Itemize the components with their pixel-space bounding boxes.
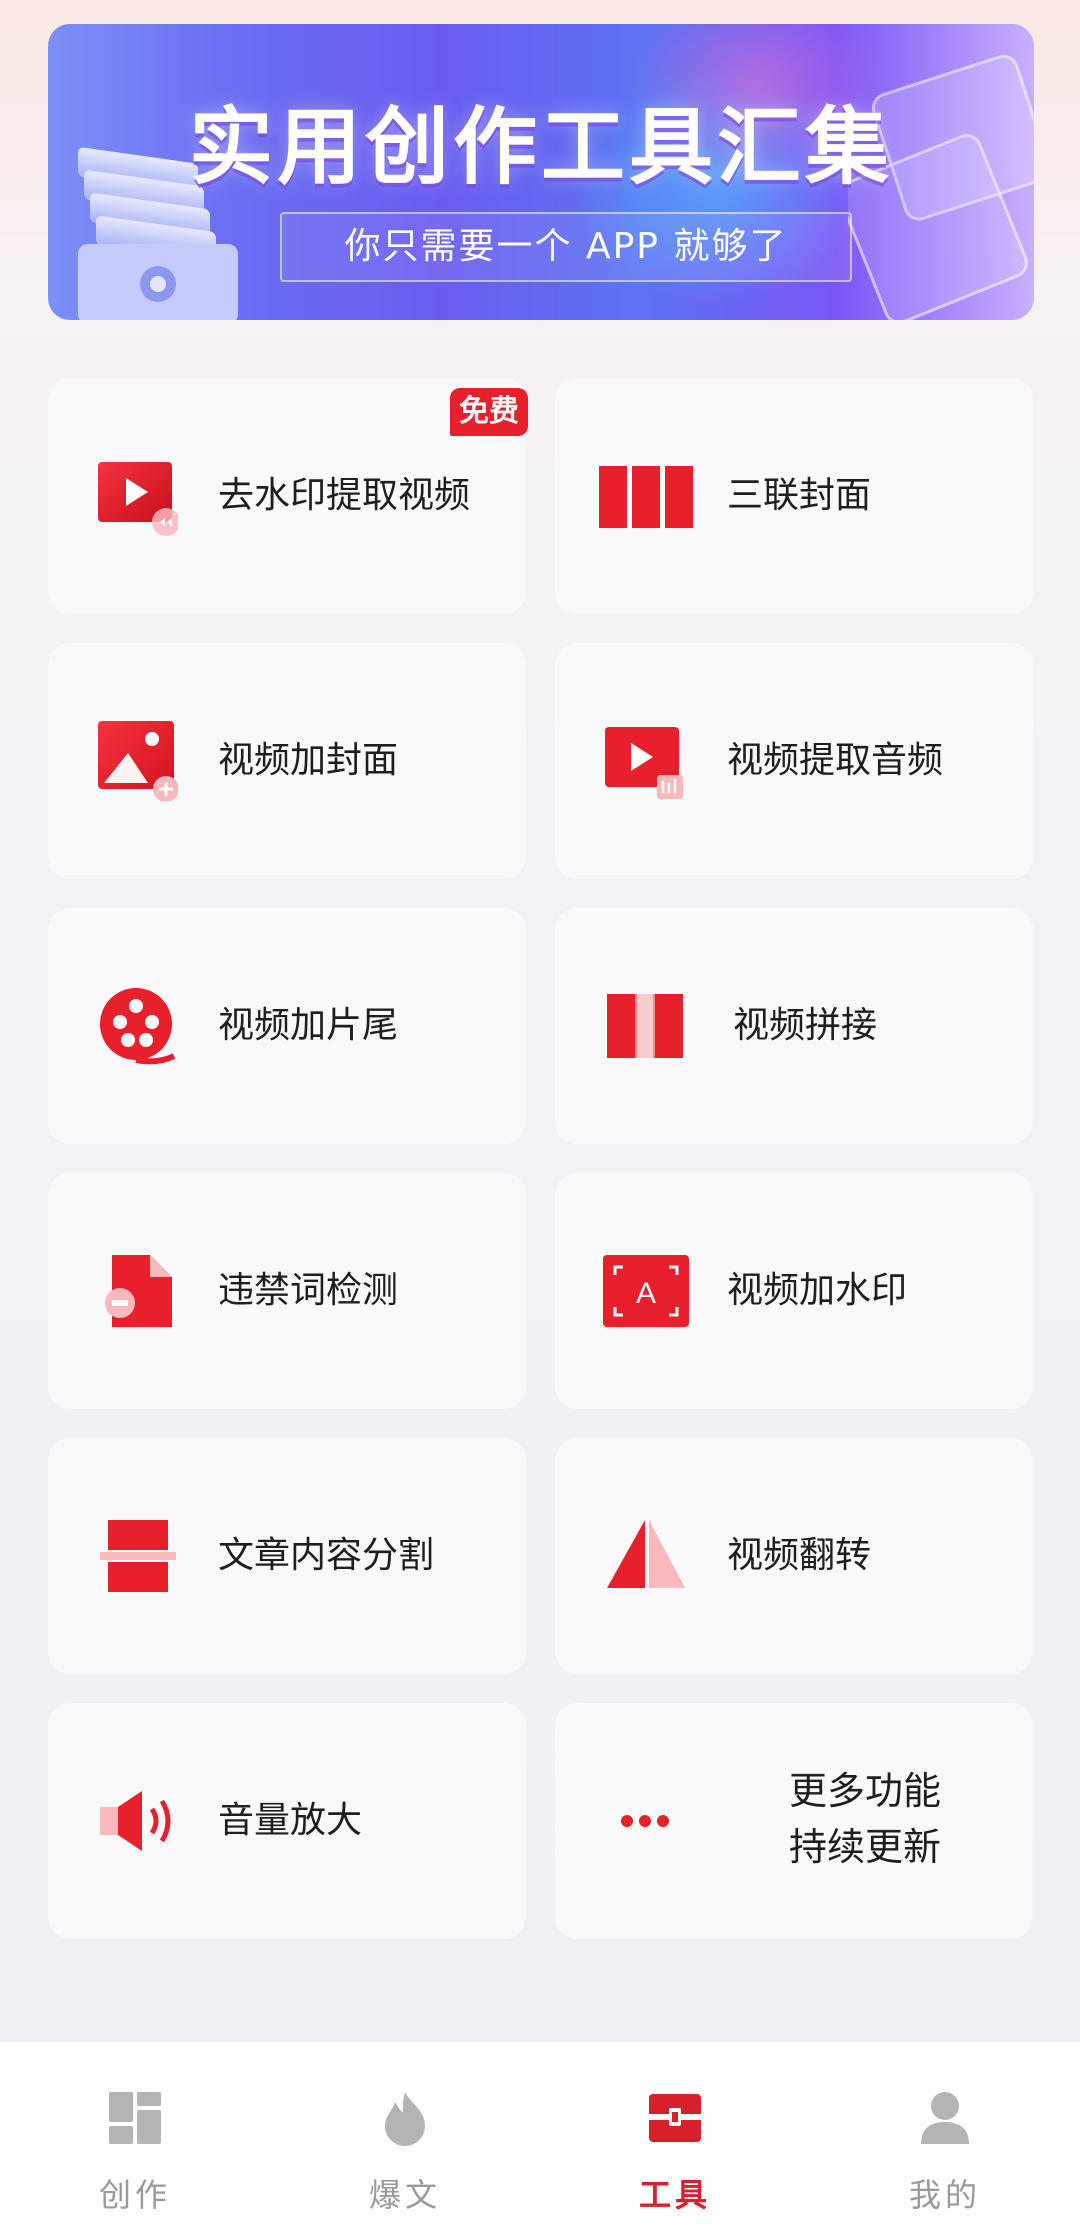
nav-label: 我的	[908, 2176, 981, 2214]
tool-volume-boost[interactable]: 音量放大	[48, 1703, 526, 1939]
tool-remove-watermark[interactable]: 去水印提取视频 免费	[48, 378, 528, 614]
free-badge: 免费	[450, 388, 528, 436]
tool-label: 三联封面	[727, 475, 872, 516]
watermark-a-icon: A	[603, 1255, 689, 1327]
image-add-icon	[98, 721, 178, 801]
tool-video-add-ending[interactable]: 视频加片尾	[48, 908, 526, 1144]
flame-icon	[385, 2092, 425, 2146]
triple-cover-icon	[599, 466, 693, 528]
tool-label: 音量放大	[218, 1800, 363, 1841]
toolbox-icon	[649, 2094, 701, 2142]
tool-label: 视频加片尾	[218, 1005, 399, 1046]
tool-video-flip[interactable]: 视频翻转	[555, 1438, 1033, 1674]
nav-item-mine[interactable]: 我的	[810, 2042, 1080, 2238]
splice-icon	[607, 994, 683, 1058]
video-audio-icon	[605, 727, 683, 799]
tool-label: 文章内容分割	[218, 1535, 435, 1576]
tool-label: 去水印提取视频	[218, 475, 471, 516]
tool-label: 视频翻转	[727, 1535, 872, 1576]
nav-label: 爆文	[368, 2176, 441, 2214]
more-line-1: 更多功能	[788, 1769, 941, 1813]
nav-item-create[interactable]: 创作	[0, 2042, 270, 2238]
film-reel-icon	[100, 988, 176, 1065]
video-play-icon	[98, 462, 178, 536]
nav-item-tools[interactable]: 工具	[540, 2042, 810, 2238]
grid-icon	[109, 2092, 161, 2144]
tool-more-features: 更多功能 持续更新	[555, 1703, 1033, 1939]
tool-label: 违禁词检测	[218, 1270, 399, 1311]
nav-label: 工具	[638, 2176, 711, 2214]
tool-article-split[interactable]: 文章内容分割	[48, 1438, 526, 1674]
tool-label: 视频加水印	[727, 1270, 908, 1311]
tool-video-add-watermark[interactable]: A 视频加水印	[555, 1173, 1033, 1409]
speaker-icon	[100, 1791, 171, 1851]
tool-banned-word-check[interactable]: 违禁词检测	[48, 1173, 526, 1409]
user-icon	[921, 2092, 969, 2144]
banner-subtitle: 你只需要一个 APP 就够了	[280, 212, 852, 282]
tool-label: 视频加封面	[218, 740, 399, 781]
banner-title: 实用创作工具汇集	[188, 98, 893, 196]
tool-video-add-cover[interactable]: 视频加封面	[48, 643, 526, 879]
split-icon	[100, 1520, 176, 1592]
more-dots-icon	[621, 1815, 669, 1827]
more-line-2: 持续更新	[788, 1825, 941, 1869]
promo-banner[interactable]: 实用创作工具汇集 你只需要一个 APP 就够了	[48, 24, 1034, 320]
svg-text:A: A	[636, 1277, 656, 1310]
document-block-icon	[105, 1255, 172, 1327]
tool-label: 视频拼接	[733, 1005, 878, 1046]
tool-extract-audio[interactable]: 视频提取音频	[555, 643, 1033, 879]
tool-triple-cover[interactable]: 三联封面	[555, 378, 1033, 614]
tool-video-splice[interactable]: 视频拼接	[555, 908, 1033, 1144]
more-features-text: 更多功能 持续更新	[745, 1763, 985, 1875]
bottom-nav: 创作 爆文 工具 我的	[0, 2042, 1080, 2238]
nav-label: 创作	[98, 2176, 171, 2214]
nav-item-hot-articles[interactable]: 爆文	[270, 2042, 540, 2238]
flip-icon	[607, 1520, 685, 1588]
tool-label: 视频提取音频	[727, 740, 944, 781]
